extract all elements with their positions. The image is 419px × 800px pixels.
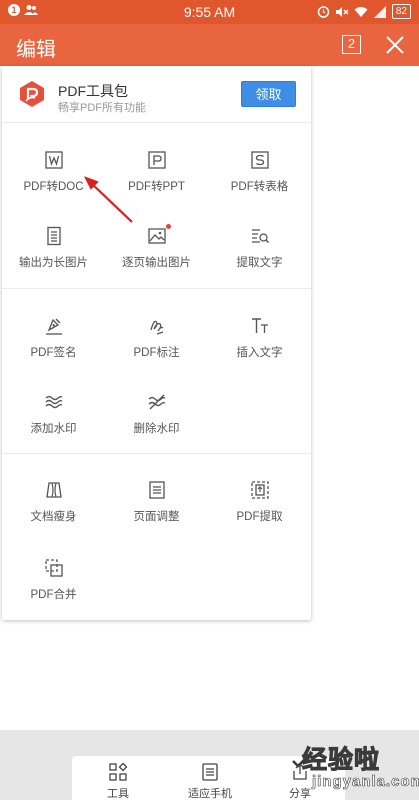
tool-insert-text[interactable]: 插入文字 [208,316,311,376]
tool-pdf-to-excel[interactable]: PDF转表格 [208,150,311,210]
claim-button[interactable]: 领取 [241,81,296,107]
pdf-toolkit-logo-icon [20,81,44,107]
section-divider [2,453,311,454]
tool-label: PDF转PPT [128,181,185,193]
pdf-toolkit-promo: PDF工具包 畅享PDF所有功能 领取 [2,66,311,123]
word-doc-icon [45,151,63,169]
tool-label: PDF合并 [30,589,77,601]
mute-icon [335,6,349,17]
tool-pdf-annotate[interactable]: PDF标注 [105,316,208,376]
grid-icon [109,762,128,781]
wifi-icon [354,6,368,17]
tool-label: 插入文字 [236,347,283,359]
tool-label: PDF转DOC [23,181,84,193]
status-bar: 1 9:55 AM 82 [0,0,419,24]
tools-panel: PDF工具包 畅享PDF所有功能 领取 PDF转DOC PDF转PPT PDF转… [2,66,311,620]
tool-pdf-extract[interactable]: PDF提取 [208,480,311,540]
tool-export-long-image[interactable]: 输出为长图片 [2,226,105,286]
scribble-icon [150,320,164,335]
promo-subtitle: 畅享PDF所有功能 [58,102,146,114]
tool-label: 添加水印 [30,423,77,435]
site-watermark: 经验啦 jingyanla.com [292,740,419,798]
extract-page-icon [251,481,269,499]
section-divider [2,288,311,289]
bottom-tools-label: 工具 [107,788,129,800]
tool-label: 提取文字 [236,257,283,269]
tool-extract-text[interactable]: 提取文字 [208,226,311,286]
image-icon [148,228,166,244]
tool-export-page-images[interactable]: 逐页输出图片 [105,224,208,286]
tool-pdf-sign[interactable]: PDF签名 [2,316,105,376]
fit-phone-label: 适应手机 [188,788,232,800]
page-title: 编辑 [16,39,56,61]
tool-pdf-to-doc[interactable]: PDF转DOC [2,150,105,210]
tool-label: PDF转表格 [230,181,289,193]
compress-document-icon [46,482,62,498]
watermark-icon [45,395,63,409]
bottom-tools-button[interactable]: 工具 [78,762,158,800]
tool-label: PDF提取 [236,511,283,523]
merge-icon [45,559,63,577]
watermark-url: jingyanla.com [312,773,419,791]
ppt-icon [148,151,166,169]
tool-pdf-merge[interactable]: PDF合并 [2,558,105,618]
new-badge [166,224,171,229]
watermark-title: 经验啦 [301,746,381,775]
status-right-icons: 82 [317,4,411,19]
tool-slim-document[interactable]: 文档瘦身 [2,480,105,540]
signal-icon [373,5,386,18]
tool-label: PDF标注 [133,347,180,359]
tool-label: 页面调整 [133,511,180,523]
battery-indicator: 82 [391,4,411,19]
text-type-icon [252,318,268,333]
remove-watermark-icon [148,394,166,410]
spreadsheet-icon [251,151,269,169]
alarm-icon [317,6,330,18]
page-adjust-icon [149,481,165,499]
reflow-icon [202,763,218,781]
tool-label: PDF签名 [30,347,77,359]
app-bar: 编辑 2 [0,24,419,66]
promo-title: PDF工具包 [58,83,128,99]
tool-label: 输出为长图片 [19,257,88,269]
fit-phone-button[interactable]: 适应手机 [170,762,250,800]
tool-pdf-to-ppt[interactable]: PDF转PPT [105,150,208,210]
close-icon[interactable] [384,34,406,56]
tool-page-adjust[interactable]: 页面调整 [105,480,208,540]
tool-label: 文档瘦身 [30,511,77,523]
text-search-icon [252,229,270,244]
tool-label: 删除水印 [133,423,180,435]
tool-label: 逐页输出图片 [122,257,191,269]
long-image-icon [47,226,61,246]
tool-add-watermark[interactable]: 添加水印 [2,392,105,452]
tool-remove-watermark[interactable]: 删除水印 [105,392,208,452]
pen-nib-icon [46,318,62,335]
page-count-button[interactable]: 2 [342,35,361,54]
